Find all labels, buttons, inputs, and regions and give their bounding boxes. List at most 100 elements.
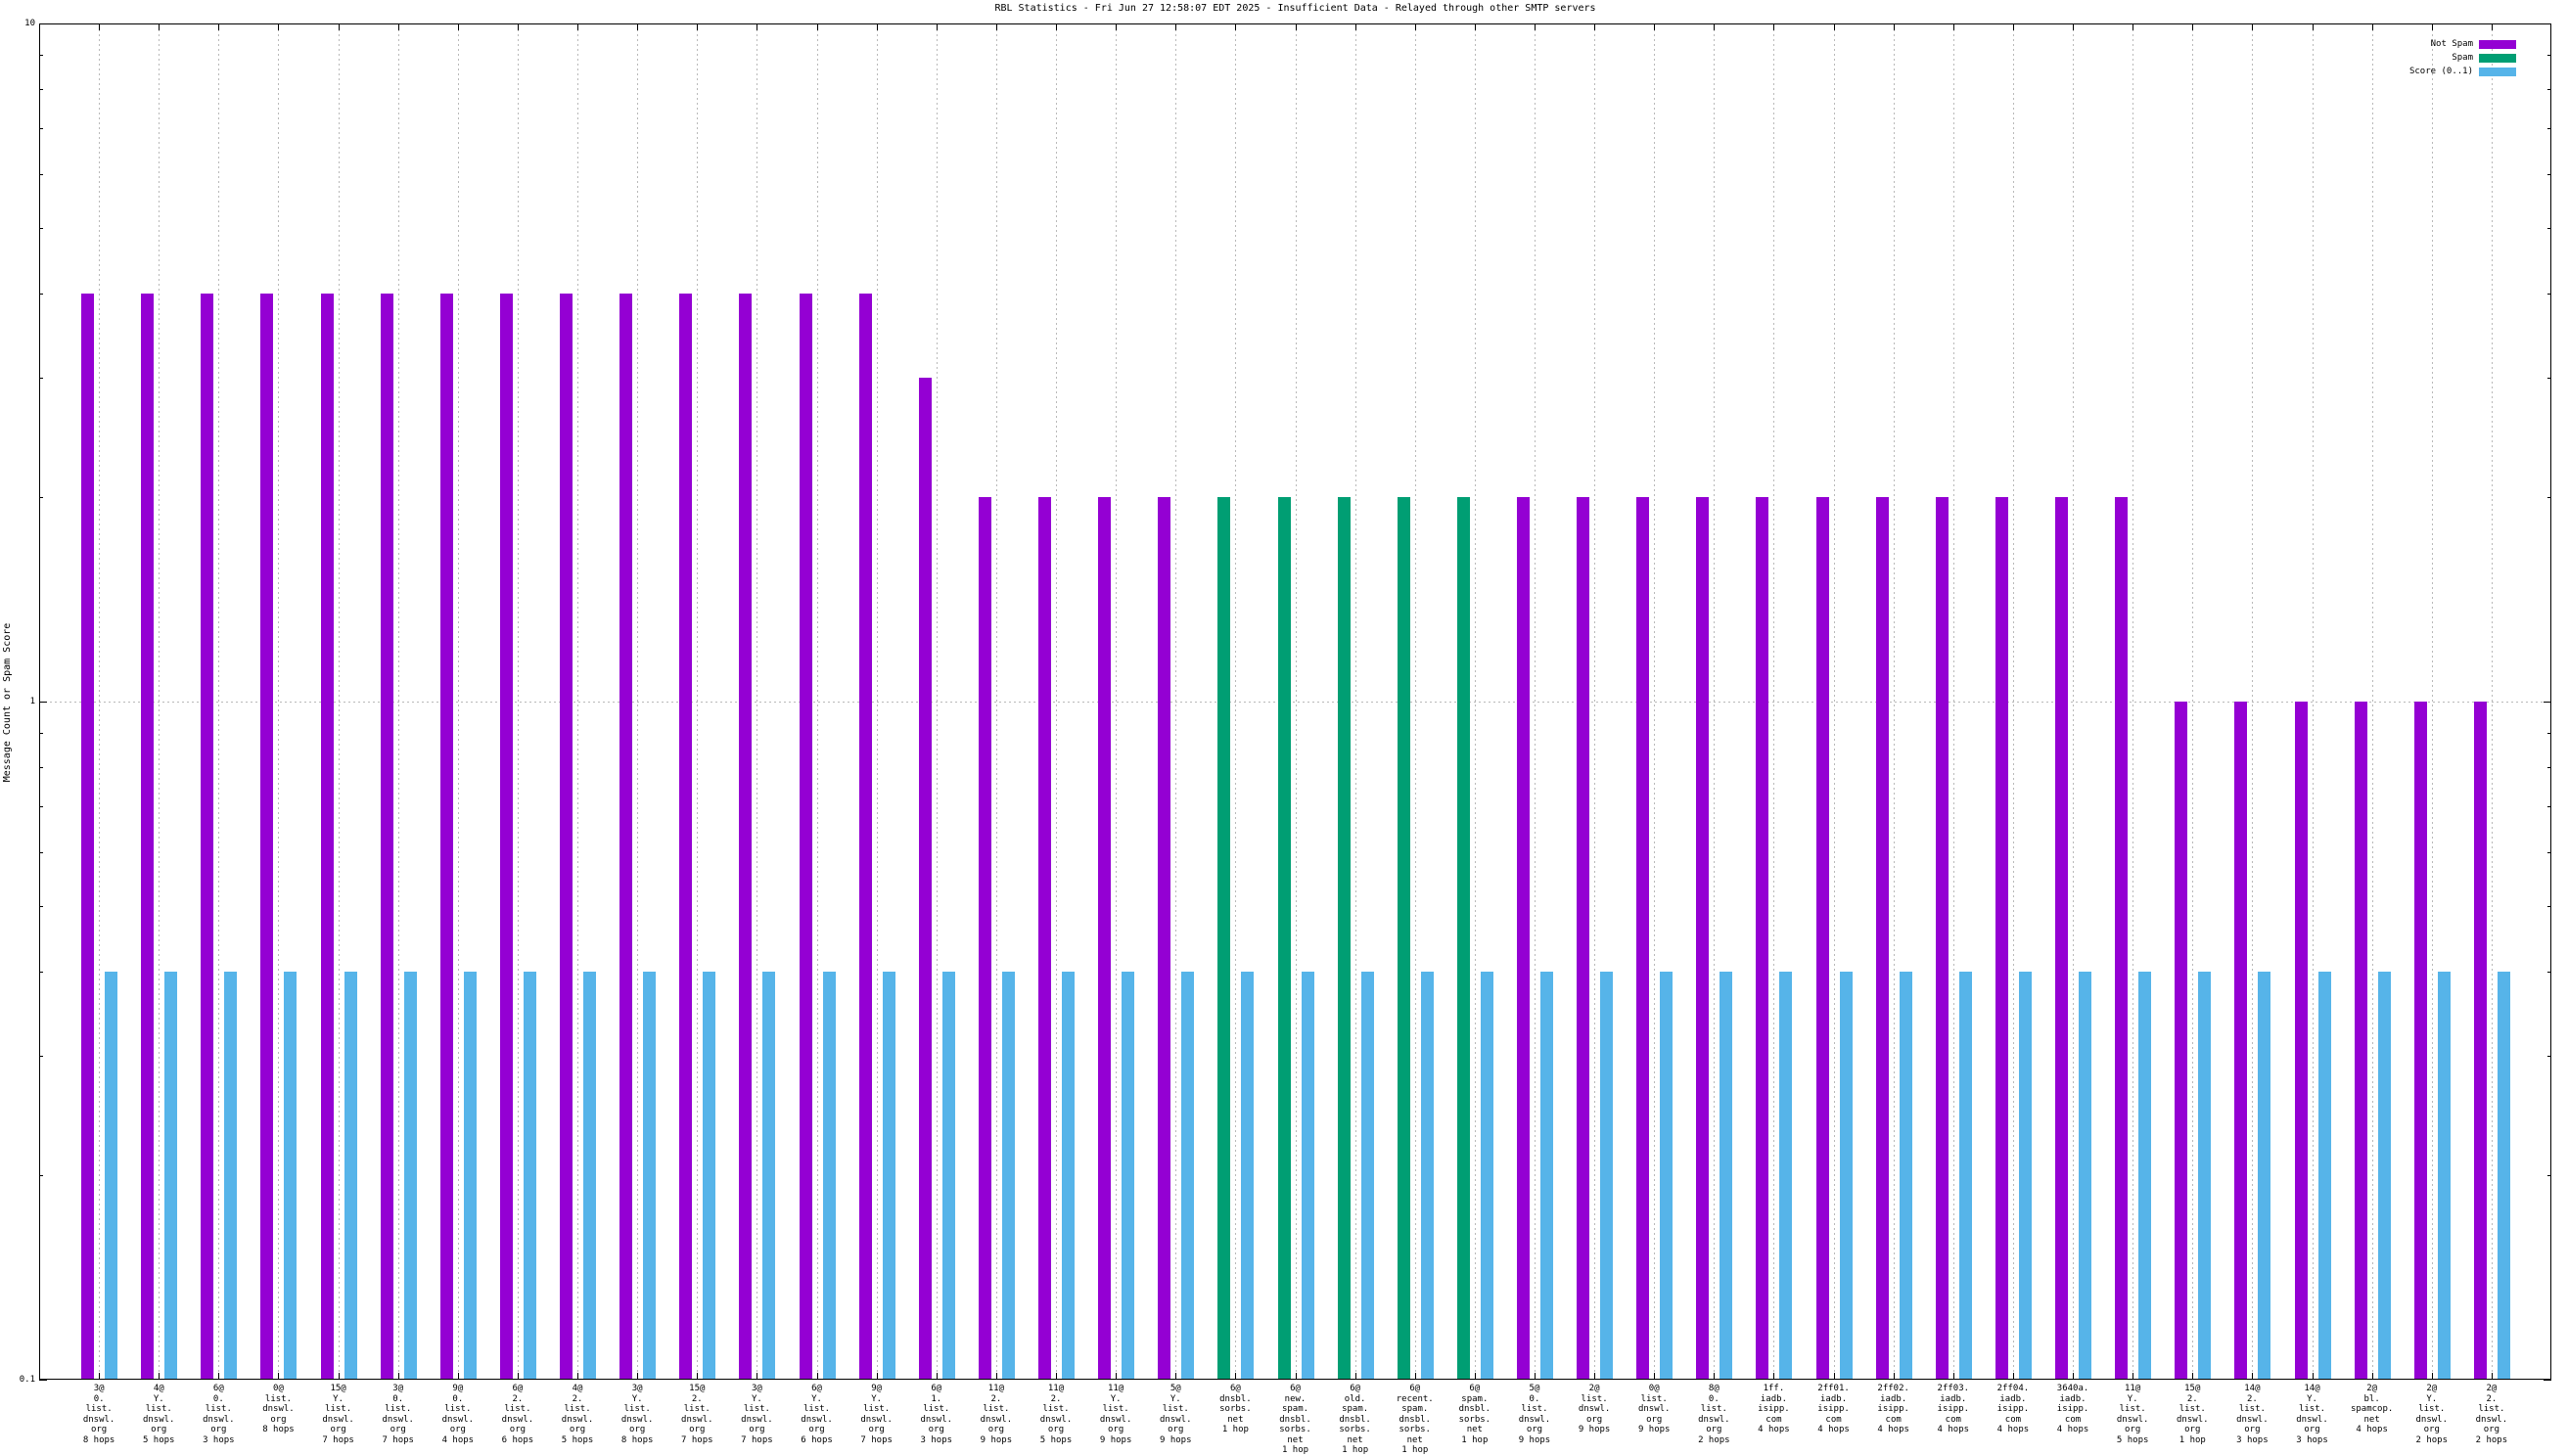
y-axis-minor-tick <box>2547 174 2551 175</box>
x-tick-label-line: 2@ <box>2342 1384 2403 1394</box>
bar-score <box>1540 972 1553 1379</box>
x-axis-tick <box>1594 1373 1595 1380</box>
x-tick-label-line: dnswl. <box>428 1415 488 1426</box>
gridline-vertical <box>218 24 219 1379</box>
x-axis-tick <box>218 23 219 30</box>
x-axis-tick <box>518 1373 519 1380</box>
x-tick-label-line: dnsbl. <box>1265 1415 1326 1426</box>
x-tick-label-line: 2ff01. <box>1804 1384 1864 1394</box>
y-axis-minor-tick <box>2547 972 2551 973</box>
x-tick-label-line: 1. <box>906 1394 967 1405</box>
x-tick-label-line: 1 hop <box>2162 1435 2223 1446</box>
x-tick-label-line: 3 hops <box>2222 1435 2282 1446</box>
x-axis-tick <box>278 1373 279 1380</box>
x-tick-label-line: dnswl. <box>188 1415 249 1426</box>
x-tick-label: 1ff.iadb.isipp.com4 hops <box>1743 1384 1804 1435</box>
x-tick-label-line: iadb. <box>2042 1394 2103 1405</box>
y-axis-minor-tick <box>39 767 43 768</box>
x-tick-label-line: dnswl. <box>1624 1404 1684 1415</box>
bar-score <box>583 972 596 1379</box>
x-tick-label-line: 5@ <box>1145 1384 1206 1394</box>
bar-not-spam <box>81 294 94 1379</box>
x-axis-tick <box>1953 23 1954 30</box>
y-axis-tick <box>2544 702 2551 703</box>
bar-not-spam <box>1995 497 2008 1379</box>
x-tick-label-line: sorbs. <box>1385 1425 1445 1435</box>
x-tick-label-line: spam. <box>1385 1404 1445 1415</box>
x-axis-tick <box>817 1373 818 1380</box>
gridline-vertical <box>1355 24 1356 1379</box>
gridline-vertical <box>2372 24 2373 1379</box>
x-tick-label-line: 4 hops <box>1804 1425 1864 1435</box>
x-axis-tick <box>1056 1373 1057 1380</box>
x-tick-label-line: dnswl. <box>1145 1415 1206 1426</box>
x-tick-label: 2@bl.spamcop.net4 hops <box>2342 1384 2403 1435</box>
bar-score <box>1840 972 1853 1379</box>
x-axis-tick <box>1175 23 1176 30</box>
x-tick-label: 3@Y.list.dnswl.org7 hops <box>726 1384 787 1445</box>
bar-not-spam <box>560 294 573 1379</box>
bar-not-spam <box>679 294 692 1379</box>
x-tick-label-line: org <box>1624 1415 1684 1426</box>
y-axis-minor-tick <box>39 972 43 973</box>
x-tick-label-line: 2 hops <box>1683 1435 1744 1446</box>
x-tick-label-line: dnswl. <box>487 1415 548 1426</box>
gridline-vertical <box>398 24 399 1379</box>
x-axis-tick <box>2073 23 2074 30</box>
x-tick-label-line: com <box>1804 1415 1864 1426</box>
bar-score <box>2138 972 2151 1379</box>
x-tick-label-line: 0@ <box>1624 1384 1684 1394</box>
x-tick-label-line: org <box>787 1425 848 1435</box>
legend-swatch-spam <box>2479 54 2516 63</box>
bar-not-spam <box>2295 702 2308 1379</box>
x-tick-label-line: 4 hops <box>1743 1425 1804 1435</box>
legend-item-not-spam: Not Spam <box>2268 39 2542 50</box>
gridline-vertical <box>937 24 938 1379</box>
x-tick-label-line: com <box>1923 1415 1984 1426</box>
x-tick-label-line: 8 hops <box>607 1435 667 1446</box>
x-axis-tick <box>1594 23 1595 30</box>
x-tick-label-line: recent. <box>1385 1394 1445 1405</box>
x-tick-label-line: Y. <box>2282 1394 2343 1405</box>
x-tick-label: 9@0.list.dnswl.org4 hops <box>428 1384 488 1445</box>
x-axis-tick <box>1773 23 1774 30</box>
x-tick-label-line: net <box>1205 1415 1265 1426</box>
gridline-vertical <box>278 24 279 1379</box>
x-tick-label-line: 0. <box>428 1394 488 1405</box>
bar-not-spam <box>800 294 812 1379</box>
x-tick-label: 15@Y.list.dnswl.org7 hops <box>308 1384 369 1445</box>
x-tick-label-line: 9 hops <box>1624 1425 1684 1435</box>
x-tick-label-line: 6@ <box>1265 1384 1326 1394</box>
x-tick-label-line: org <box>1504 1425 1565 1435</box>
legend-label: Not Spam <box>2431 39 2473 49</box>
x-axis-tick <box>2313 1373 2314 1380</box>
x-tick-label: 6@old.spam.dnsbl.sorbs.net1 hop <box>1325 1384 1386 1456</box>
x-tick-label-line: 9 hops <box>966 1435 1027 1446</box>
x-axis-tick <box>2192 23 2193 30</box>
x-axis-tick <box>2492 1373 2493 1380</box>
bar-score <box>344 972 357 1379</box>
x-tick-label-line: 2 hops <box>2402 1435 2462 1446</box>
x-tick-label-line: 7 hops <box>666 1435 727 1446</box>
x-tick-label-line: 2ff04. <box>1983 1384 2043 1394</box>
gridline-vertical <box>1894 24 1895 1379</box>
bar-not-spam <box>2355 702 2367 1379</box>
x-tick-label-line: list. <box>248 1394 308 1405</box>
y-axis-minor-tick <box>2547 1175 2551 1176</box>
bar-score <box>1421 972 1434 1379</box>
x-tick-label: 6@dnsbl.sorbs.net1 hop <box>1205 1384 1265 1435</box>
x-tick-label-line: net <box>1265 1435 1326 1446</box>
x-tick-label: 2@list.dnswl.org9 hops <box>1564 1384 1625 1435</box>
x-tick-label-line: bl. <box>2342 1394 2403 1405</box>
x-tick-label-line: 6@ <box>487 1384 548 1394</box>
x-tick-label-line: dnsbl. <box>1325 1415 1386 1426</box>
y-axis-minor-tick <box>39 1056 43 1057</box>
x-tick-label: 5@Y.list.dnswl.org9 hops <box>1145 1384 1206 1445</box>
x-tick-label-line: 6@ <box>787 1384 848 1394</box>
x-tick-label-line: org <box>128 1425 189 1435</box>
x-axis-tick <box>1535 23 1536 30</box>
x-tick-label-line: 2. <box>2222 1394 2282 1405</box>
x-tick-label: 3@0.list.dnswl.org8 hops <box>69 1384 129 1445</box>
x-tick-label-line: list. <box>1504 1404 1565 1415</box>
x-axis-tick <box>1894 1373 1895 1380</box>
